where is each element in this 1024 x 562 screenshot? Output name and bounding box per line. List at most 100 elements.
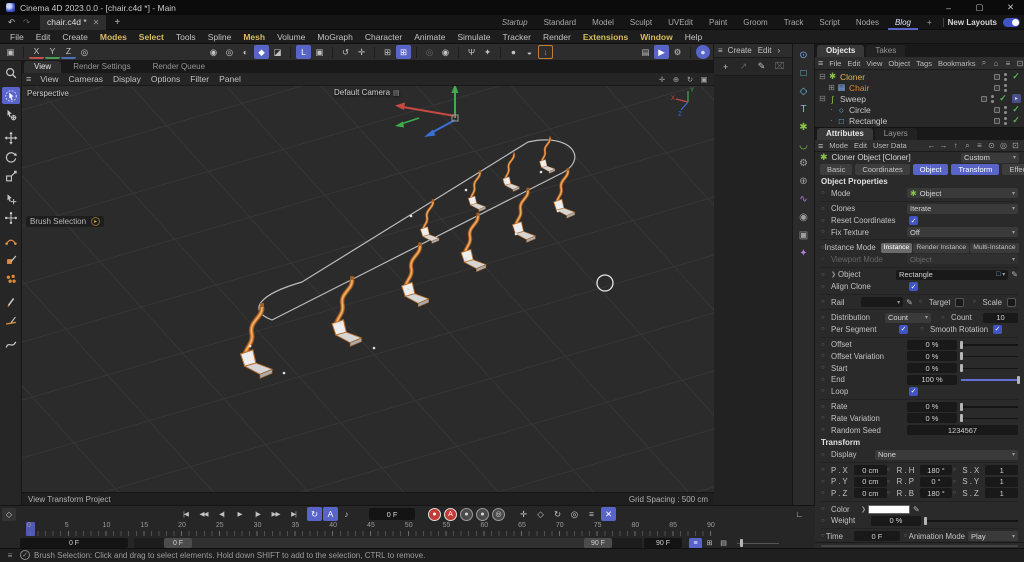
add-item-icon[interactable]: + [718,60,733,74]
search-icon[interactable]: ⌕ [962,140,973,151]
edges-mode-icon[interactable]: ◎ [222,45,237,59]
close-tab-icon[interactable]: ✕ [93,18,100,27]
eyedropper-icon[interactable]: ✎ [906,298,913,307]
eyedropper-icon[interactable]: ✎ [913,505,920,514]
layout-tab-standard[interactable]: Standard [537,15,583,30]
snap-on-icon[interactable]: ◉ [438,45,453,59]
spline-arc-tool-icon[interactable] [2,232,20,249]
transfer-tool-icon[interactable] [2,190,20,207]
record-rotation-icon[interactable]: ↻ [550,507,565,521]
viewport-tab-render-settings[interactable]: Render Settings [63,61,140,73]
viewport-menu-panel[interactable]: Panel [214,74,246,84]
anim-dot-icon[interactable]: ○ [919,299,929,305]
viewport-menu-display[interactable]: Display [108,74,146,84]
brush-selection-tool-icon[interactable] [1,87,20,104]
magnifier-tool-icon[interactable] [2,64,20,81]
instance-button[interactable]: Instance [880,242,913,253]
previous-frame-icon[interactable]: ◀| [213,507,230,521]
viewport-menu-view[interactable]: View [35,74,63,84]
record-pla-icon[interactable]: ≡ [584,507,599,521]
rotate-view-icon[interactable]: ↻ [684,74,696,85]
chairlift-clone-1[interactable] [466,168,488,214]
layout-tab-script[interactable]: Script [812,15,846,30]
checkbox[interactable]: ✓ [909,216,918,226]
p-y-field[interactable]: 0 cm [854,476,887,487]
filter-icon[interactable]: ≡ [974,140,985,151]
axis-tool-icon[interactable]: ⊕ [795,173,812,189]
close-window-icon[interactable]: ✕ [1003,1,1018,15]
modeling-settings-icon[interactable]: ● [506,45,521,59]
sheet-view-icon[interactable]: ⊞ [703,538,716,549]
snap-off-icon[interactable]: ◎ [422,45,437,59]
anim-dot-icon[interactable]: ○ [952,467,962,473]
s-z-field[interactable]: 1 [985,488,1019,499]
menu-character[interactable]: Character [359,32,408,42]
anim-dot-icon[interactable]: ○ [821,377,831,383]
om-menu-object[interactable]: Object [885,59,913,68]
slider[interactable] [959,340,1018,350]
cloner-object-icon[interactable]: ✱ [795,119,812,135]
cube-primitive-icon[interactable]: ◇ [795,83,812,99]
layout-tab-sculpt[interactable]: Sculpt [623,15,659,30]
spline-sketch-tool-icon[interactable] [2,335,20,352]
menu-select[interactable]: Select [133,32,170,42]
anim-dot-icon[interactable]: ○ [821,467,831,473]
anim-dot-icon[interactable]: ○ [821,479,831,485]
layer-chip[interactable] [981,95,987,102]
search-icon[interactable]: ⌕ [978,58,989,69]
range-start-handle[interactable]: 0 F [164,538,192,548]
link-item-icon[interactable]: ↗ [736,60,751,74]
om-tab-takes[interactable]: Takes [866,45,906,57]
time-field[interactable]: 0 F [853,531,900,542]
layout-tab-startup[interactable]: Startup [495,15,535,30]
object-row-circle[interactable]: · ○ Circle ✓ [815,104,1024,115]
anim-dot-icon[interactable]: ○ [920,326,930,332]
range-end-field[interactable]: 90 F [644,538,682,548]
clones-dropdown[interactable]: Iterate ▾ [907,203,1018,214]
count-field[interactable]: 10 [983,312,1018,323]
section-tab-object[interactable]: Object [912,163,949,175]
range-start-field[interactable]: 0 F [20,538,128,548]
viewport-mode-dropdown[interactable]: Object ▾ [907,254,1018,265]
viewport-canvas[interactable]: X Y Z [22,86,714,492]
sweep-tag-icon[interactable]: ▸ [1012,94,1021,103]
anim-dot-icon[interactable]: ○ [821,388,831,394]
make-editable-icon[interactable]: ▣ [3,45,18,59]
enable-grid-icon[interactable]: ⊞ [380,45,395,59]
nav-up-icon[interactable]: ↑ [950,140,961,151]
scale-tool-icon[interactable] [2,167,20,184]
bend-deformer-icon[interactable]: ◡ [795,137,812,153]
layout-toggle[interactable] [1003,17,1020,27]
minimize-window-icon[interactable]: – [941,1,956,15]
texture-mode-icon[interactable]: ◪ [270,45,285,59]
camera-label[interactable]: Default Camera ▤ [334,88,400,97]
chairlift-clone-7[interactable] [461,213,486,272]
line-cut-tool-icon[interactable] [2,312,20,329]
anim-dot-icon[interactable]: ○ [821,452,831,458]
enable-quantizing-icon[interactable]: ⊞ [396,45,411,59]
attr-menu-user-data[interactable]: User Data [870,141,910,150]
filter-icon[interactable]: ≡ [1002,58,1013,69]
layer-chip[interactable] [994,73,1000,80]
object-row-cloner[interactable]: ⊟ ✱ Cloner ✓ [815,71,1024,82]
attr-tab-layers[interactable]: Layers [874,128,917,140]
anim-dot-icon[interactable]: ○ [821,353,831,359]
distribution-dropdown[interactable]: Count ▾ [885,312,931,323]
offset-field[interactable]: 0 % [907,339,957,350]
rate-variation-field[interactable]: 0 % [907,413,957,424]
axis-center-icon[interactable]: ✛ [354,45,369,59]
layer-chip[interactable] [994,106,1000,113]
slider[interactable] [923,516,1018,526]
model-mode-icon[interactable]: ◆ [254,45,269,59]
menu-mograph[interactable]: MoGraph [311,32,358,42]
record-active-objects-icon[interactable]: ● [428,507,441,521]
section-tab-basic[interactable]: Basic [820,163,853,175]
layer-chip[interactable] [994,84,1000,91]
viewport-tab-view[interactable]: View [24,61,62,73]
visibility-dots[interactable] [1004,83,1007,92]
mirror-icon[interactable]: ✦ [480,45,495,59]
zoom-view-icon[interactable]: ⊕ [670,74,682,85]
layout-tab-paint[interactable]: Paint [702,15,734,30]
visibility-dots[interactable] [1004,116,1007,125]
anim-dot-icon[interactable]: ○ [821,299,831,305]
